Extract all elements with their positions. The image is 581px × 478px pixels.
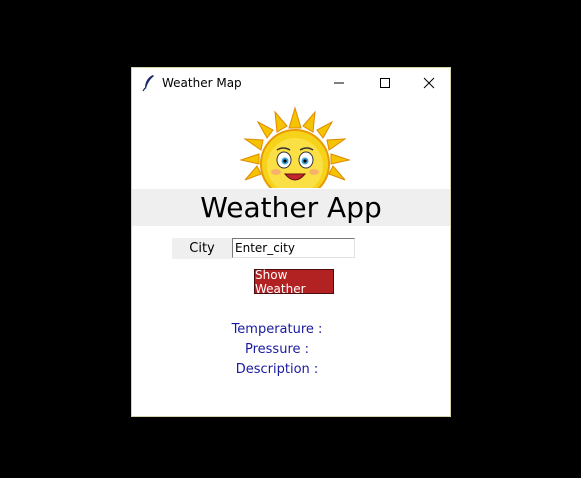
feather-icon (142, 75, 154, 92)
close-button[interactable] (406, 68, 452, 98)
maximize-button[interactable] (362, 68, 408, 98)
title-bar[interactable]: Weather Map (132, 68, 450, 98)
pressure-label: Pressure : (244, 342, 310, 357)
app-heading: Weather App (200, 191, 382, 224)
window-title: Weather Map (162, 76, 242, 90)
sun-logo (240, 106, 350, 188)
close-icon (423, 77, 435, 89)
maximize-icon (380, 78, 390, 88)
city-label: City (172, 238, 232, 259)
temperature-label: Temperature : (231, 322, 323, 337)
city-input[interactable] (232, 238, 355, 258)
minimize-icon (334, 82, 344, 84)
app-window: Weather Map Weather App City Enter_city … (131, 67, 451, 417)
heading-bar: Weather App (132, 189, 450, 226)
show-weather-button[interactable]: Show Weather (254, 268, 334, 296)
description-label: Description : (235, 362, 319, 377)
minimize-button[interactable] (316, 68, 362, 98)
